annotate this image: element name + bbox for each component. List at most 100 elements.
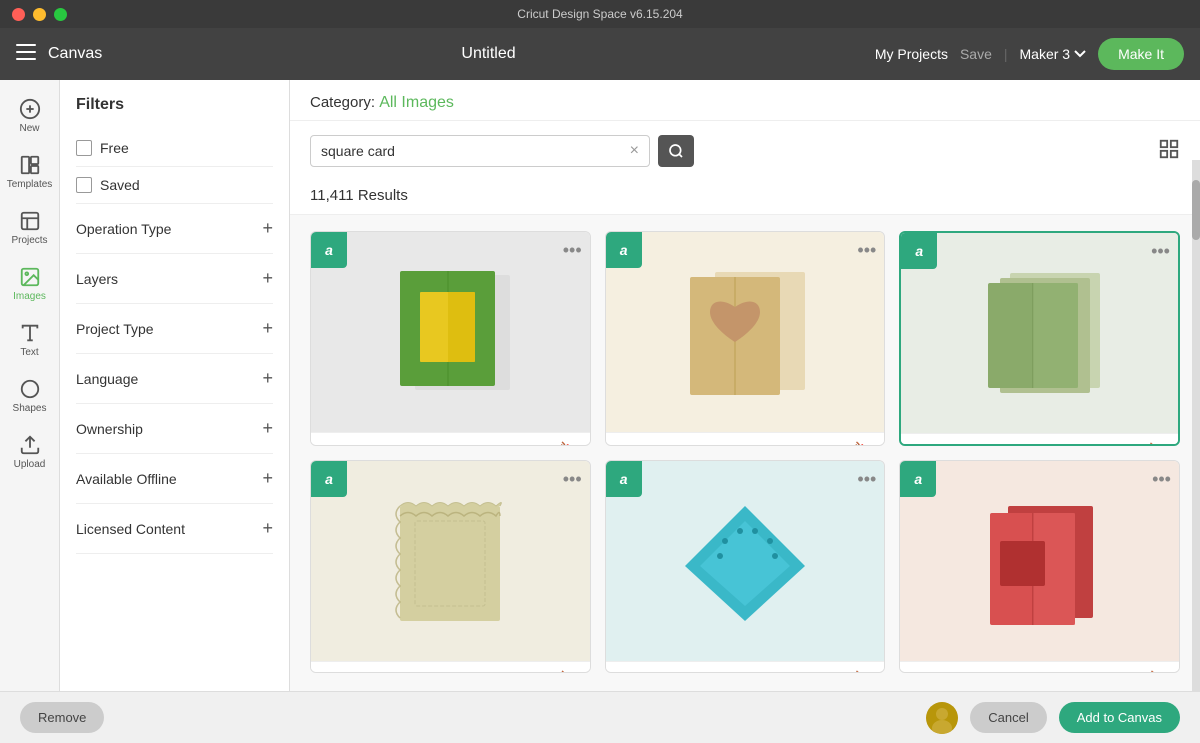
card-4-menu-icon[interactable]: •••	[563, 469, 582, 490]
card-2-illustration	[665, 257, 825, 407]
hamburger-icon[interactable]	[16, 44, 36, 65]
sidebar-item-images[interactable]: Images	[0, 258, 59, 310]
card-6-badge: a	[900, 461, 936, 497]
image-card-5[interactable]: a •••	[605, 460, 886, 673]
card-5-menu-icon[interactable]: •••	[857, 469, 876, 490]
my-projects-link[interactable]: My Projects	[875, 46, 948, 62]
search-input[interactable]	[321, 143, 624, 159]
image-grid: a •••	[290, 215, 1200, 743]
saved-filter-row: Saved	[76, 167, 273, 204]
image-card-2[interactable]: a ••• Subscribed	[605, 231, 886, 446]
available-offline-section[interactable]: Available Offline +	[76, 454, 273, 504]
sidebar-text-label: Text	[20, 347, 38, 358]
ownership-section[interactable]: Ownership +	[76, 404, 273, 454]
search-button[interactable]	[658, 135, 694, 167]
cancel-button[interactable]: Cancel	[970, 702, 1046, 733]
grid-toggle-icon[interactable]	[1158, 138, 1180, 165]
sidebar-new-label: New	[19, 123, 39, 134]
content-area: Category: All Images ×	[290, 80, 1200, 743]
category-name[interactable]: All Images	[379, 94, 454, 111]
card-4-footer: Subscribed 🔖	[311, 661, 590, 673]
sidebar-templates-label: Templates	[7, 179, 53, 190]
layers-label: Layers	[76, 271, 118, 287]
image-card-4[interactable]: a •••	[310, 460, 591, 673]
machine-name: Maker 3	[1020, 46, 1071, 62]
card-4-badge: a	[311, 461, 347, 497]
scrollbar[interactable]	[1192, 160, 1200, 691]
card-6-menu-icon[interactable]: •••	[1152, 469, 1171, 490]
category-header: Category: All Images	[290, 80, 1200, 121]
card-1-badge: a	[311, 232, 347, 268]
sidebar-images-label: Images	[13, 291, 46, 302]
project-type-section[interactable]: Project Type +	[76, 304, 273, 354]
card-1-status: Subscribed	[321, 444, 381, 446]
sidebar-item-new[interactable]: New	[0, 90, 59, 142]
card-1-illustration	[370, 257, 530, 407]
icon-sidebar: New Templates Projects Ima	[0, 80, 60, 743]
card-3-bookmark-icon[interactable]: 🔖	[1148, 442, 1168, 446]
card-2-menu-icon[interactable]: •••	[857, 240, 876, 261]
ownership-expand-icon: +	[262, 418, 273, 439]
ownership-label: Ownership	[76, 421, 143, 437]
machine-selector[interactable]: Maker 3	[1020, 46, 1087, 62]
saved-checkbox[interactable]	[76, 177, 92, 193]
app-title: Cricut Design Space v6.15.204	[517, 7, 682, 21]
layers-section[interactable]: Layers +	[76, 254, 273, 304]
card-1-footer: Subscribed 🔖	[311, 432, 590, 446]
card-4-badge-letter: a	[325, 471, 333, 487]
available-offline-expand-icon: +	[262, 468, 273, 489]
remove-button[interactable]: Remove	[20, 702, 104, 733]
maximize-button[interactable]	[54, 8, 67, 21]
image-card-1[interactable]: a •••	[310, 231, 591, 446]
free-filter-row: Free	[76, 130, 273, 167]
scrollbar-thumb[interactable]	[1192, 180, 1200, 240]
search-wrapper: ×	[310, 135, 650, 167]
image-card-6[interactable]: a •••	[899, 460, 1180, 673]
card-2-status: Subscribed	[616, 444, 676, 446]
search-clear-icon[interactable]: ×	[630, 142, 639, 160]
sidebar-projects-label: Projects	[11, 235, 47, 246]
available-offline-label: Available Offline	[76, 471, 177, 487]
card-2-preview: a •••	[606, 232, 885, 432]
language-label: Language	[76, 371, 138, 387]
card-5-footer: Subscribed 🔖	[606, 661, 885, 673]
image-card-3[interactable]: a •••	[899, 231, 1180, 446]
card-5-badge: a	[606, 461, 642, 497]
sidebar-item-shapes[interactable]: Shapes	[0, 370, 59, 422]
sidebar-item-projects[interactable]: Projects	[0, 202, 59, 254]
card-1-menu-icon[interactable]: •••	[563, 240, 582, 261]
sidebar-item-templates[interactable]: Templates	[0, 146, 59, 198]
operation-type-label: Operation Type	[76, 221, 171, 237]
close-button[interactable]	[12, 8, 25, 21]
card-3-check-icon: ☑	[1053, 442, 1067, 446]
card-6-bookmark-icon[interactable]: 🔖	[1149, 670, 1169, 673]
main-layout: New Templates Projects Ima	[0, 80, 1200, 743]
document-title[interactable]: Untitled	[102, 45, 875, 63]
minimize-button[interactable]	[33, 8, 46, 21]
card-2-footer: Subscribed 🔖	[606, 432, 885, 446]
licensed-content-label: Licensed Content	[76, 521, 185, 537]
card-3-menu-icon[interactable]: •••	[1151, 241, 1170, 262]
card-5-badge-letter: a	[620, 471, 628, 487]
card-4-bookmark-icon[interactable]: 🔖	[560, 670, 580, 673]
filter-panel: Filters Free Saved Operation Type + Laye…	[60, 80, 290, 743]
add-to-canvas-button[interactable]: Add to Canvas	[1059, 702, 1180, 733]
language-section[interactable]: Language +	[76, 354, 273, 404]
operation-type-section[interactable]: Operation Type +	[76, 204, 273, 254]
make-it-button[interactable]: Make It	[1098, 38, 1184, 70]
card-5-bookmark-icon[interactable]: 🔖	[854, 670, 874, 673]
card-2-bookmark-icon[interactable]: 🔖	[854, 441, 874, 446]
card-4-illustration	[370, 491, 530, 631]
free-checkbox[interactable]	[76, 140, 92, 156]
filter-title: Filters	[76, 96, 273, 114]
traffic-lights	[12, 8, 67, 21]
results-count: 11,411 Results	[290, 181, 1200, 215]
sidebar-item-text[interactable]: Text	[0, 314, 59, 366]
card-1-bookmark-icon[interactable]: 🔖	[560, 441, 580, 446]
licensed-content-section[interactable]: Licensed Content +	[76, 504, 273, 554]
save-button[interactable]: Save	[960, 46, 992, 62]
sidebar-item-upload[interactable]: Upload	[0, 426, 59, 478]
card-3-badge-letter: a	[915, 243, 923, 259]
card-3-footer: Subscribed ☑ 🔖	[901, 433, 1178, 446]
sidebar-shapes-label: Shapes	[13, 403, 47, 414]
